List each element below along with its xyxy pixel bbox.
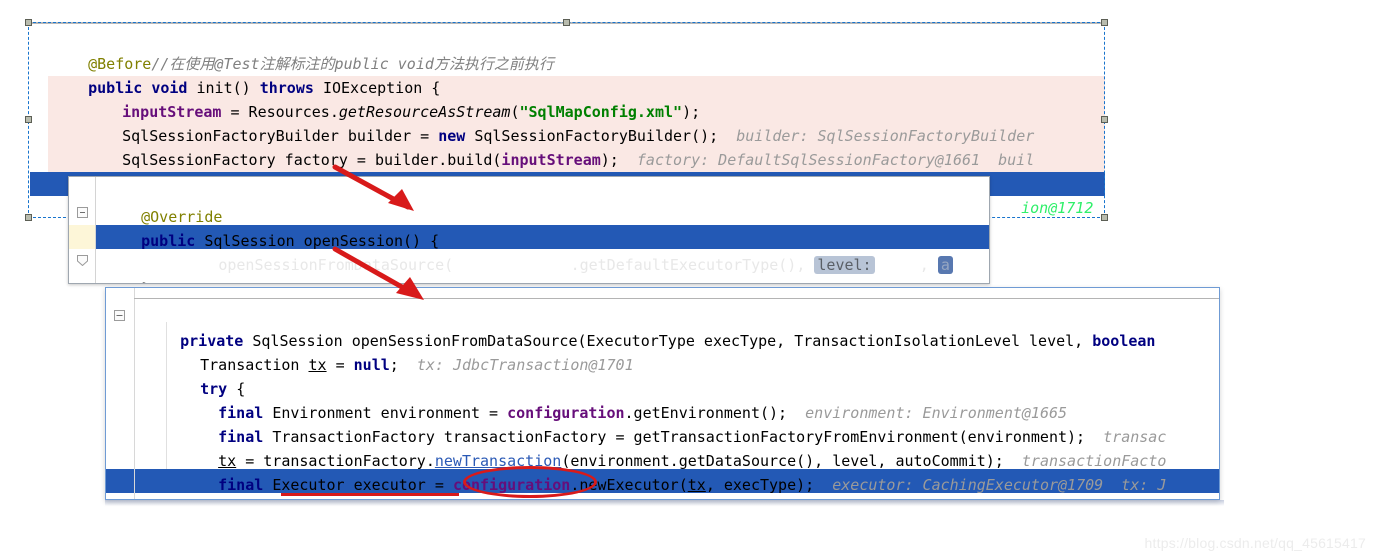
popup-selected-line-gutter: [106, 469, 134, 493]
code-line: public void init() throws IOException {: [52, 52, 440, 97]
plain-token: =: [326, 356, 354, 374]
code-line: sqlSession = factory.openSession(); fact…: [86, 148, 799, 193]
code-line: @Before//在使用@Test注解标注的public void方法执行之前执…: [52, 28, 554, 73]
plain-token: }: [141, 280, 150, 283]
underline-under-DefaultSqlSession: [281, 493, 459, 496]
editor-top-divider: [30, 22, 1105, 24]
popup-drop-shadow: [105, 500, 1224, 506]
code-line: public SqlSession openSession() {: [105, 205, 439, 250]
code-line: @Override: [105, 181, 222, 226]
inline-debug-hint-selected: ion@1712: [1021, 199, 1094, 217]
field-token: configuration: [453, 256, 571, 274]
editor-selected-line-gutter: [30, 172, 48, 196]
keyword-token: null: [883, 256, 920, 274]
popup-top-divider: [134, 298, 1219, 299]
code-fold-end-icon[interactable]: [77, 255, 88, 266]
code-line: Transaction tx = null; tx: JdbcTransacti…: [164, 329, 634, 374]
plain-token: ,: [919, 256, 938, 274]
code-line: tx = transactionFactory.newTransaction(e…: [182, 425, 1166, 470]
code-line: final Executor executor = configuration.…: [182, 449, 1166, 494]
code-fold-collapse-icon[interactable]: [114, 310, 125, 321]
code-line-selected: ion@1712: [985, 172, 1093, 217]
code-line: try {: [164, 353, 245, 398]
plain-token: .getDefaultExecutorType(),: [570, 256, 815, 274]
plain-token: ;: [389, 356, 417, 374]
code-line: final TransactionFactory transactionFact…: [182, 401, 1166, 446]
parameter-hint-chip-clipped: a: [937, 256, 953, 274]
keyword-token: boolean: [1092, 332, 1156, 350]
code-line: final Environment environment = configur…: [182, 377, 1067, 422]
local-variable-token: tx: [308, 356, 327, 374]
code-line: private SqlSession openSessionFromDataSo…: [144, 305, 1155, 350]
csdn-blog-watermark: https://blog.csdn.net/qq_45615417: [1144, 535, 1366, 551]
open-session-method-popup[interactable]: @Override public SqlSession openSession(…: [68, 176, 990, 284]
code-line-selected: return openSessionFromDataSource(configu…: [119, 229, 953, 274]
plain-token: openSessionFromDataSource(: [218, 256, 454, 274]
open-session-from-data-source-popup[interactable]: private SqlSession openSessionFromDataSo…: [105, 287, 1220, 500]
code-line: SqlSessionFactoryBuilder builder = new S…: [86, 100, 1034, 145]
parameter-hint-chip: level:: [814, 256, 875, 274]
code-fold-collapse-icon[interactable]: [77, 207, 88, 218]
keyword-token: null: [353, 356, 390, 374]
popup-selected-line-gutter: [69, 225, 95, 249]
code-line: }: [105, 253, 150, 283]
keyword-token: return: [155, 256, 219, 274]
inline-debug-hint: tx: JdbcTransaction@1701: [416, 356, 634, 374]
code-line: SqlSessionFactory factory = builder.buil…: [86, 124, 1034, 169]
code-line: inputStream = Resources.getResourceAsStr…: [86, 76, 700, 121]
